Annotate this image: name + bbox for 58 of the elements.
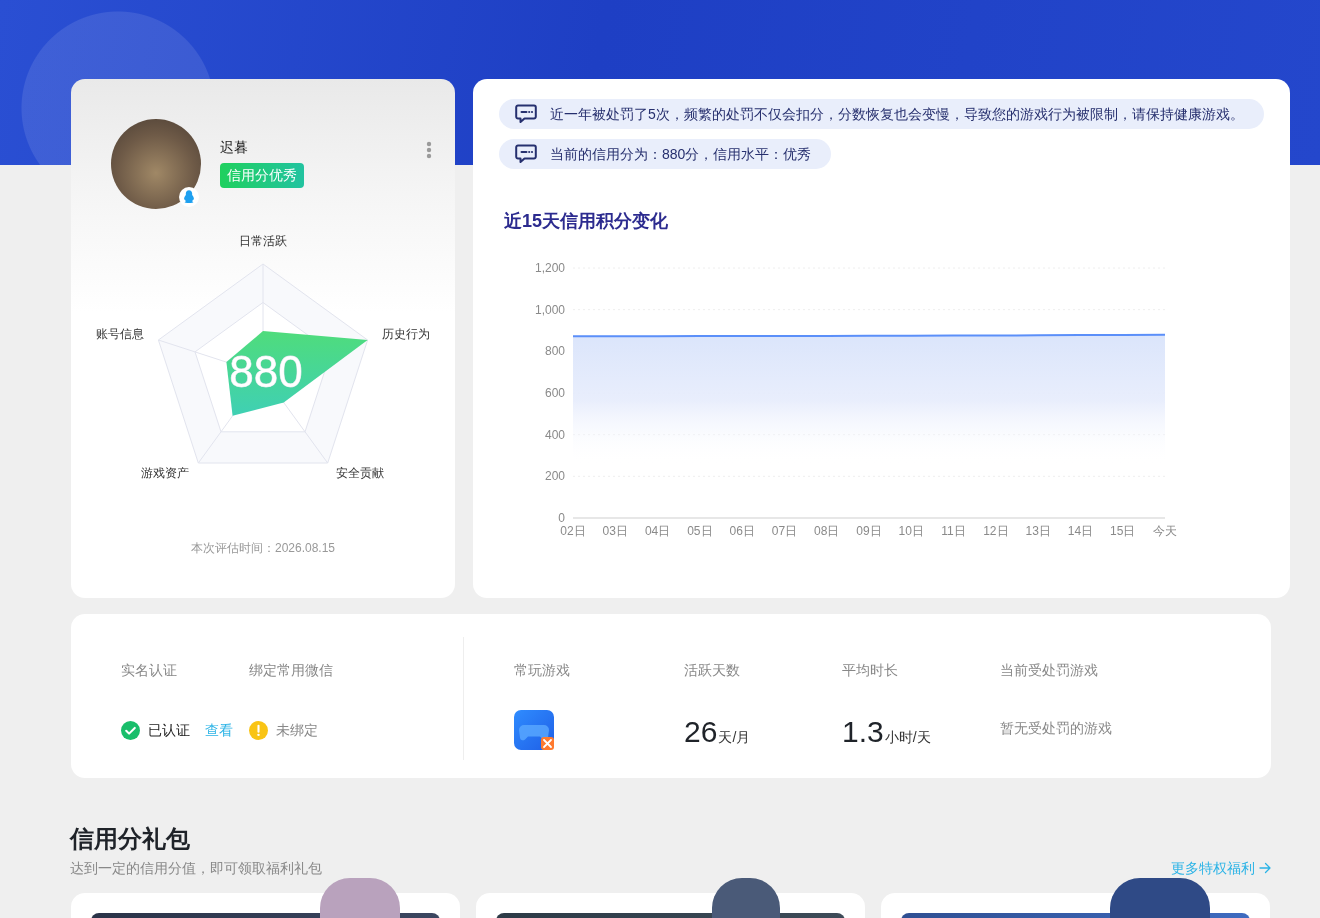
stat-value: 1.3	[842, 715, 884, 749]
credit-level-badge: 信用分优秀	[220, 163, 304, 188]
y-axis-label: 1,200	[534, 261, 565, 275]
radar-axis-label: 游戏资产	[141, 466, 189, 480]
user-name: 迟暮	[220, 138, 248, 157]
stat-label: 活跃天数	[684, 661, 741, 680]
game-app-icon	[514, 710, 554, 750]
y-axis-label: 0	[558, 511, 565, 525]
more-menu-icon[interactable]	[426, 141, 432, 159]
arrow-right-icon	[1259, 862, 1271, 874]
credit-score: 880	[229, 346, 303, 396]
y-axis-label: 400	[544, 427, 565, 442]
x-axis-label: 04日	[644, 524, 671, 538]
x-axis-label: 10日	[898, 524, 924, 538]
radar-axis-label: 日常活跃	[239, 234, 287, 248]
stat-unit: 小时/天	[884, 728, 931, 746]
x-axis-label: 15日	[1110, 524, 1136, 538]
x-axis-label: 12日	[983, 524, 1009, 538]
status-text: 未绑定	[276, 721, 318, 740]
y-axis-label: 1,000	[534, 302, 565, 317]
section-title: 信用分礼包	[70, 824, 191, 854]
notice-text: 当前的信用分为：880分，信用水平：优秀	[550, 145, 812, 164]
stat-unit: 天/月	[718, 728, 751, 746]
stat-label: 平均时长	[842, 661, 899, 680]
stat-label: 常玩游戏	[514, 661, 571, 680]
field-label: 绑定常用微信	[249, 661, 334, 680]
radar-axis-label: 账号信息	[96, 327, 144, 341]
view-link[interactable]: 查看	[205, 720, 233, 740]
chat-bubble-icon	[515, 104, 537, 124]
x-axis-label: 05日	[687, 524, 713, 538]
status-text: 已认证	[148, 721, 190, 740]
more-benefits-link[interactable]: 更多特权福利	[1171, 858, 1271, 878]
radar-axis-label: 历史行为	[382, 327, 430, 341]
evaluation-time: 本次评估时间：2026.08.15	[190, 540, 336, 556]
y-axis-label: 200	[544, 469, 565, 484]
penguin-icon	[179, 187, 199, 207]
x-axis-label: 06日	[729, 524, 755, 538]
radar-axis-label: 安全贡献	[336, 466, 384, 480]
stat-value: 26	[684, 715, 718, 749]
x-axis-label: 今天	[1153, 524, 1177, 538]
chat-bubble-icon	[515, 144, 537, 164]
stat-text: 暂无受处罚的游戏	[1000, 719, 1112, 738]
x-axis-label: 03日	[602, 524, 628, 538]
y-axis-label: 800	[544, 344, 565, 359]
notice-text: 近一年被处罚了5次，频繁的处罚不仅会扣分，分数恢复也会变慢，导致您的游戏行为被限制，请保持健康游戏。	[550, 105, 1244, 124]
stat-label: 当前受处罚游戏	[1000, 661, 1099, 680]
section-subtitle: 达到一定的信用分值，即可领取福利礼包	[70, 859, 322, 878]
x-axis-label: 13日	[1025, 524, 1051, 538]
x-axis-label: 08日	[814, 524, 840, 538]
x-axis-label: 11日	[941, 524, 966, 538]
x-axis-label: 09日	[856, 524, 882, 538]
chart-title: 近15天信用积分变化	[504, 210, 670, 233]
x-axis-label: 02日	[560, 524, 586, 538]
field-label: 实名认证	[121, 661, 178, 680]
x-axis-label: 14日	[1067, 524, 1094, 538]
y-axis-label: 600	[544, 386, 565, 400]
x-axis-label: 07日	[771, 524, 798, 538]
character-image-placeholder	[712, 878, 780, 918]
